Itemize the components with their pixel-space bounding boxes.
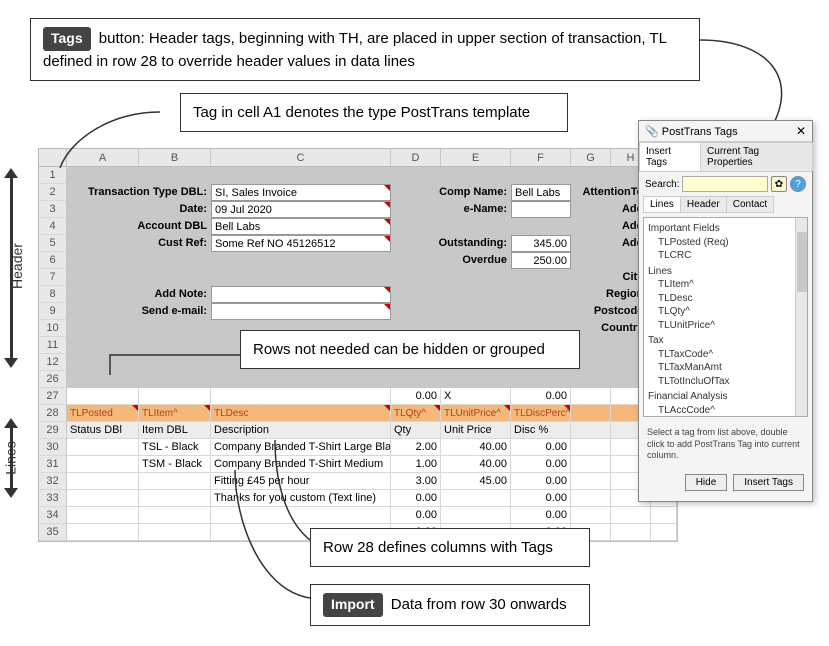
tag-item[interactable]: TLPosted (Req) [648,236,803,250]
insert-tags-button[interactable]: Insert Tags [733,474,804,491]
tag-item[interactable]: TLItem^ [648,278,803,292]
tag-item[interactable]: TLTaxManAmt [648,361,803,375]
gear-icon[interactable]: ✿ [771,176,787,192]
row-1[interactable]: 1 [39,167,677,184]
tag-item[interactable]: TLUnitPrice^ [648,319,803,333]
row-8[interactable]: 8Add Note:Region:Cambri [39,286,677,303]
row-2[interactable]: 2Transaction Type DBL:SI, Sales InvoiceC… [39,184,677,201]
tag-item[interactable]: TLQty^ [648,305,803,319]
tag-item[interactable]: TLTaxCode^ [648,348,803,362]
row-9[interactable]: 9Send e-mail:Postcode:PE13 2 [39,303,677,320]
row-31[interactable]: 31TSM - BlackCompany Branded T-Shirt Med… [39,456,677,473]
tab-current-tag-properties[interactable]: Current Tag Properties [700,142,813,171]
subtab-contact[interactable]: Contact [726,196,774,213]
header-side-label: Header [9,243,25,289]
tag-group: Financial Analysis [648,390,803,404]
scrollbar[interactable] [795,218,807,416]
tag-item[interactable]: TLAccCode^ [648,404,803,418]
tag-item[interactable]: TLDesc [648,292,803,306]
tag-group: Lines [648,265,803,279]
panel-title: 📎 PostTrans Tags [645,125,738,138]
col-B[interactable]: B [139,149,211,166]
callout-import: Import Data from row 30 onwards [310,584,590,626]
callout-tags-button: Tags button: Header tags, beginning with… [30,18,700,81]
row-26[interactable]: 26 [39,371,677,388]
help-icon[interactable]: ? [790,176,806,192]
tag-list[interactable]: Important FieldsTLPosted (Req)TLCRC Lines… [643,217,808,417]
callout-cell-a1: Tag in cell A1 denotes the type PostTran… [180,93,568,132]
search-label: Search: [645,179,679,190]
col-E[interactable]: E [441,149,511,166]
subtab-header[interactable]: Header [680,196,727,213]
callout-hidden-rows: Rows not needed can be hidden or grouped [240,330,580,369]
col-D[interactable]: D [391,149,441,166]
row-5[interactable]: 5Cust Ref:Some Ref NO 45126512Outstandin… [39,235,677,252]
col-A[interactable]: A [67,149,139,166]
col-F[interactable]: F [511,149,571,166]
row-6[interactable]: 6Overdue250.00 [39,252,677,269]
close-icon[interactable]: ✕ [796,124,806,138]
lines-side-label: Lines [3,441,19,474]
tags-button-chip: Tags [43,27,91,51]
row-29-headers[interactable]: 29 Status DBl Item DBL Description Qty U… [39,422,677,439]
hide-button[interactable]: Hide [685,474,728,491]
row-4[interactable]: 4Account DBLBell LabsAdd: [39,218,677,235]
column-header-row: A B C D E F G H I [39,149,677,167]
subtab-lines[interactable]: Lines [643,196,681,213]
row-34[interactable]: 340.000.00 [39,507,677,524]
callout-row28: Row 28 defines columns with Tags [310,528,590,567]
col-C[interactable]: C [211,149,391,166]
row-28-tags[interactable]: 28 TLPosted TLItem^ TLDesc TLQty^ TLUnit… [39,405,677,422]
panel-hint: Select a tag from list above, double cli… [639,421,812,468]
col-G[interactable]: G [571,149,611,166]
row-30[interactable]: 30TSL - BlackCompany Branded T-Shirt Lar… [39,439,677,456]
tag-group: Tax [648,334,803,348]
tab-insert-tags[interactable]: Insert Tags [639,142,701,171]
tag-item[interactable]: TLTotIncluOfTax [648,375,803,389]
row-32[interactable]: 32Fitting £45 per hour3.0045.000.00 [39,473,677,490]
tag-group: Important Fields [648,222,803,236]
row-33[interactable]: 33Thanks for you custom (Text line)0.000… [39,490,677,507]
search-input[interactable] [682,176,768,192]
row-3[interactable]: 3Date:09 Jul 2020e-Name:Add:11A Vic [39,201,677,218]
posttrans-tags-panel[interactable]: 📎 PostTrans Tags ✕ Insert Tags Current T… [638,120,813,502]
import-button-chip: Import [323,593,383,617]
row-7[interactable]: 7City:Wisbec [39,269,677,286]
row-27[interactable]: 27 0.00 X 0.00 [39,388,677,405]
tag-item[interactable]: TLCRC [648,249,803,263]
